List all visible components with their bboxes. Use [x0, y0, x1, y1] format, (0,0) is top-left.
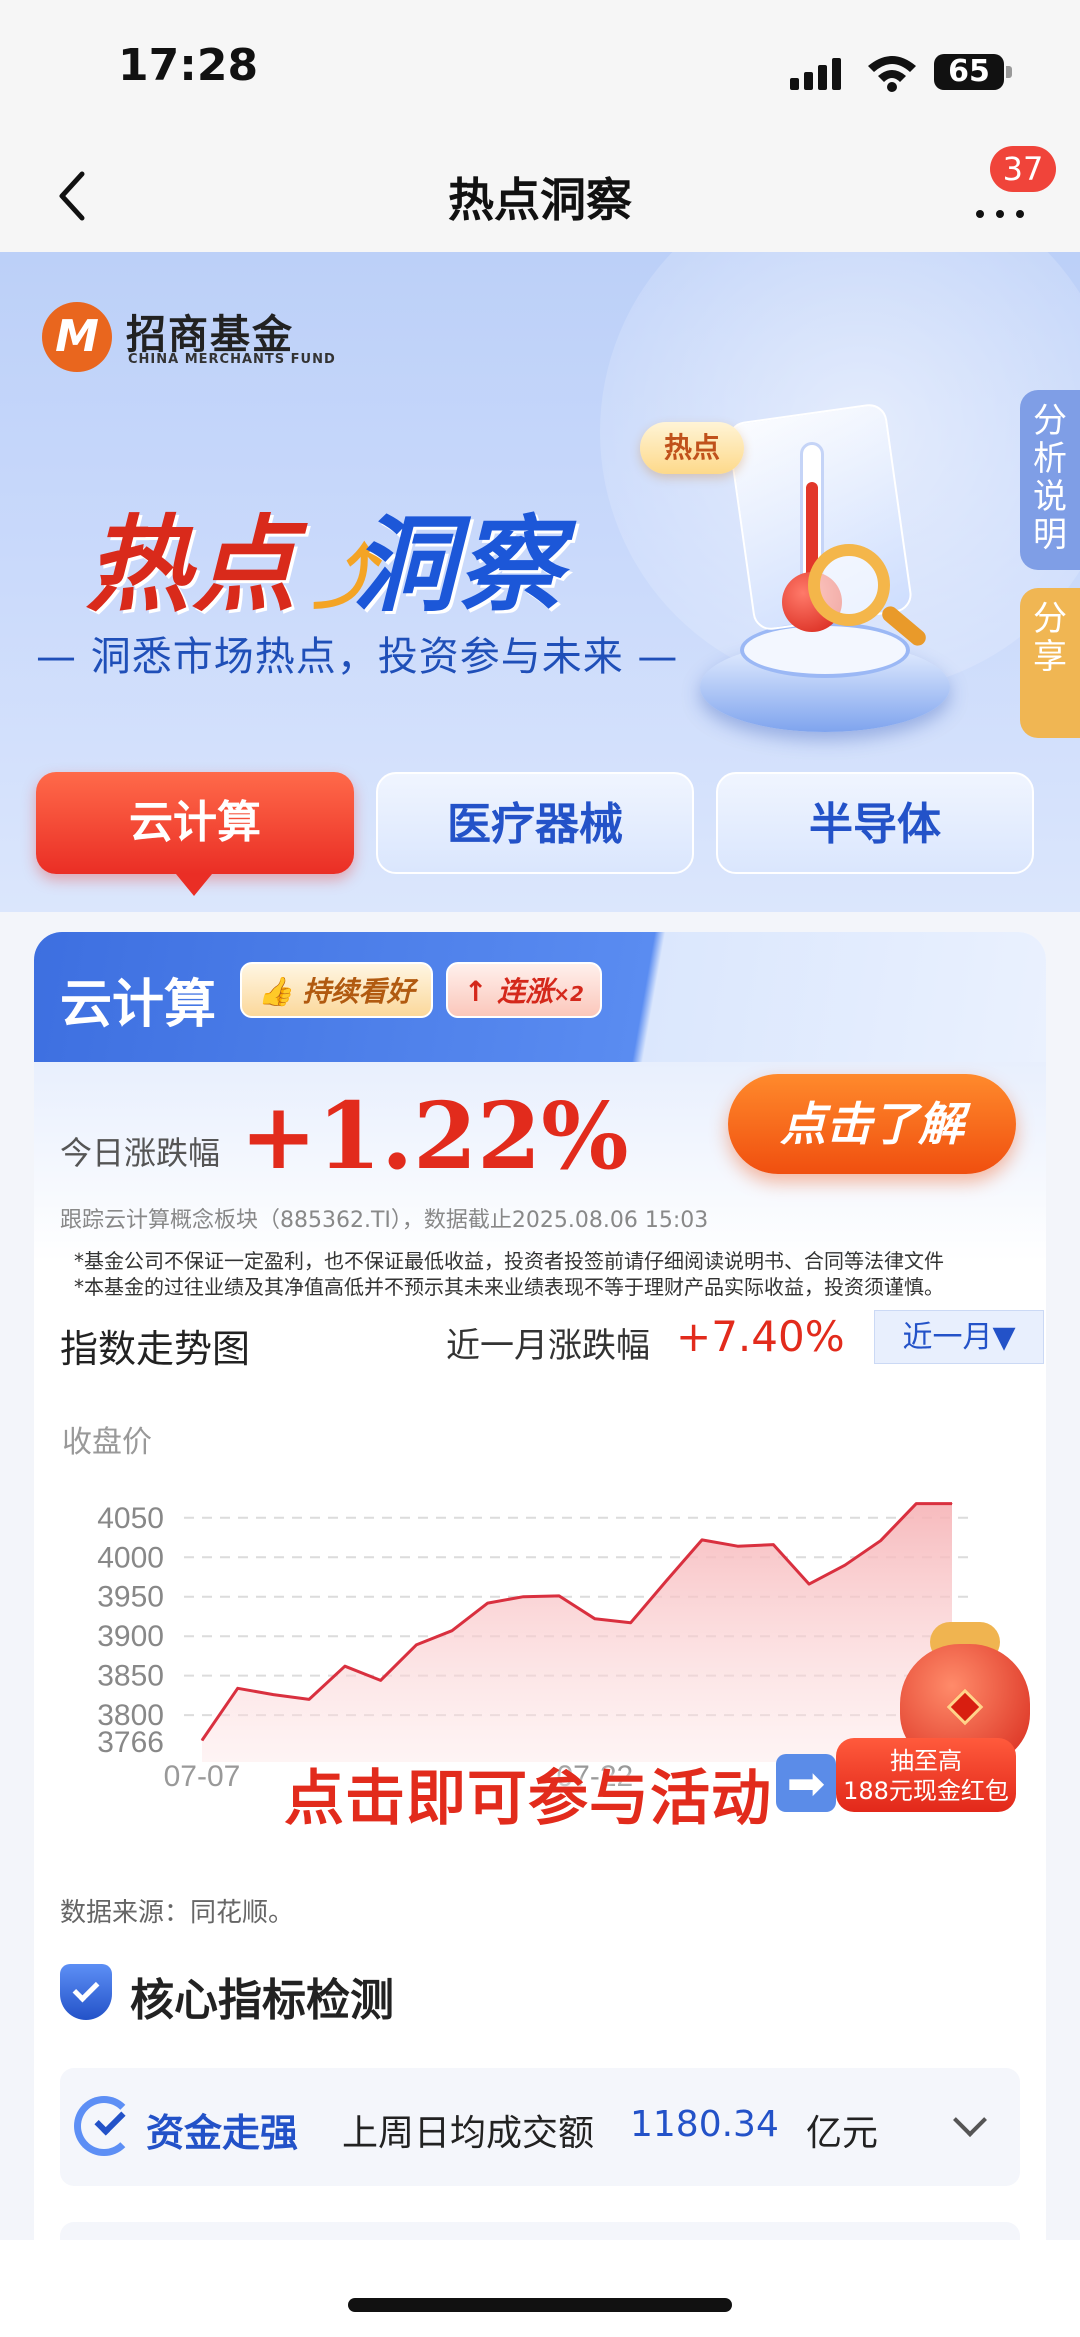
podium-top-icon [740, 622, 910, 678]
data-point [237, 1687, 239, 1689]
today-change-value: +1.22% [240, 1082, 629, 1190]
data-point [915, 1503, 917, 1505]
promo-text[interactable]: 点击即可参与活动 [284, 1750, 772, 1837]
notification-badge: 37 [990, 146, 1056, 192]
promo-line-1: 抽至高 [890, 1747, 962, 1775]
active-tab-pointer [176, 874, 212, 896]
metric-value: 1180.34 [630, 2104, 779, 2145]
analysis-side-tab[interactable]: 分析说明 [1020, 390, 1080, 570]
hero-title-insight: 洞察 [352, 504, 565, 626]
nav-bar: 热点洞察 [0, 140, 1080, 252]
red-packet-promo-button[interactable]: 抽至高 188元现金红包 [836, 1738, 1016, 1812]
tab-semiconductor[interactable]: 半导体 [716, 772, 1034, 874]
sector-card: 云计算 👍 持续看好 ↑ 连涨×2 今日涨跌幅 +1.22% 点击了解 跟踪云计… [34, 932, 1046, 2332]
home-indicator[interactable] [348, 2298, 732, 2312]
data-point [344, 1665, 346, 1667]
data-point [201, 1739, 203, 1741]
learn-more-button[interactable]: 点击了解 [728, 1074, 1016, 1174]
data-point [951, 1503, 953, 1505]
promo-line-2: 188元现金红包 [843, 1777, 1009, 1805]
metric-label: 上周日均成交额 [342, 2113, 595, 2154]
data-point [558, 1595, 560, 1597]
disclaimer-line-1: *基金公司不保证一定盈利，也不保证最低收益，投资者投签前请仔细阅读说明书、合同等… [74, 1249, 944, 1273]
battery-cap [1006, 66, 1012, 78]
card-header: 云计算 👍 持续看好 ↑ 连涨×2 [34, 932, 1046, 1062]
data-point [308, 1698, 310, 1700]
tag-bullish-label: 持续看好 [302, 975, 415, 1008]
hero-subtitle: — 洞悉市场热点，投资参与未来 — [36, 634, 679, 680]
y-tick-label: 4000 [97, 1541, 164, 1574]
y-tick-label: 3950 [97, 1581, 164, 1614]
data-point [772, 1544, 774, 1546]
data-point [880, 1540, 882, 1542]
risk-disclaimer: *基金公司不保证一定盈利，也不保证最低收益，投资者投签前请仔细阅读说明书、合同等… [74, 1248, 1034, 1300]
area-fill [202, 1503, 952, 1762]
share-side-tab[interactable]: 分享 [1020, 588, 1080, 738]
section-title: 核心指标检测 [130, 1975, 394, 2026]
brand-name-en: CHINA MERCHANTS FUND [128, 352, 336, 367]
tab-medical-devices[interactable]: 医疗器械 [376, 772, 694, 874]
tracking-note: 跟踪云计算概念板块（885362.TI），数据截止2025.08.06 15:0… [60, 1208, 709, 1233]
data-point [844, 1564, 846, 1566]
status-bar: 17:28 65 [0, 0, 1080, 140]
data-point [737, 1545, 739, 1547]
sector-tabs: 云计算 医疗器械 半导体 [36, 772, 1036, 876]
chart-title: 指数走势图 [60, 1327, 251, 1371]
data-point [380, 1679, 382, 1681]
status-time: 17:28 [118, 40, 259, 91]
data-point [808, 1583, 810, 1585]
data-source: 数据来源：同花顺。 [60, 1898, 295, 1928]
tag-consecutive-rise: ↑ 连涨×2 [446, 962, 602, 1018]
month-change-label: 近一月涨跌幅 [446, 1326, 650, 1366]
tag-rise-count: ×2 [553, 982, 584, 1006]
data-point [415, 1644, 417, 1646]
y-axis-label: 收盘价 [62, 1426, 152, 1459]
metric-row-capital[interactable]: 资金走强 上周日均成交额 1180.34 亿元 [60, 2068, 1020, 2186]
today-change-label: 今日涨跌幅 [60, 1134, 221, 1172]
data-point [665, 1580, 667, 1582]
brand-logo-icon: M [42, 302, 112, 372]
period-dropdown[interactable]: 近一月▼ [874, 1310, 1044, 1364]
month-change-value: +7.40% [676, 1312, 845, 1361]
y-tick-label: 3766 [97, 1726, 164, 1759]
metric-tag: 资金走强 [146, 2111, 299, 2155]
data-point [487, 1602, 489, 1604]
home-bar-area [0, 2240, 1080, 2337]
data-point [594, 1618, 596, 1620]
tab-cloud-computing[interactable]: 云计算 [36, 772, 354, 874]
data-point [272, 1694, 274, 1696]
shield-icon [60, 1964, 112, 2020]
battery-icon: 65 [934, 54, 1004, 90]
hot-tag-bubble: 热点 [640, 422, 744, 474]
metric-unit: 亿元 [806, 2113, 879, 2154]
cellular-signal-icon [790, 56, 846, 90]
chevron-down-icon[interactable] [953, 2103, 987, 2137]
y-tick-label: 4050 [97, 1502, 164, 1535]
x-tick-label: 07-07 [164, 1760, 241, 1793]
data-point [522, 1596, 524, 1598]
y-tick-label: 3850 [97, 1660, 164, 1693]
data-point [630, 1622, 632, 1624]
data-point [451, 1630, 453, 1632]
chart-header: 指数走势图 近一月涨跌幅 +7.40% 近一月▼ [60, 1310, 1044, 1371]
hero-title-hot: 热点 [86, 504, 299, 626]
tag-rise-label: 连涨 [497, 975, 554, 1008]
page-title: 热点洞察 [448, 173, 632, 227]
tag-bullish: 👍 持续看好 [240, 962, 433, 1018]
y-tick-label: 3900 [97, 1620, 164, 1653]
card-title: 云计算 [60, 975, 217, 1035]
data-point [701, 1539, 703, 1541]
disclaimer-line-2: *本基金的过往业绩及其净值高低并不预示其未来业绩表现不等于理财产品实际收益，投资… [74, 1275, 944, 1299]
arrow-right-icon[interactable]: ➡ [776, 1754, 836, 1812]
wifi-icon [868, 56, 916, 92]
magnifier-icon [808, 544, 890, 626]
